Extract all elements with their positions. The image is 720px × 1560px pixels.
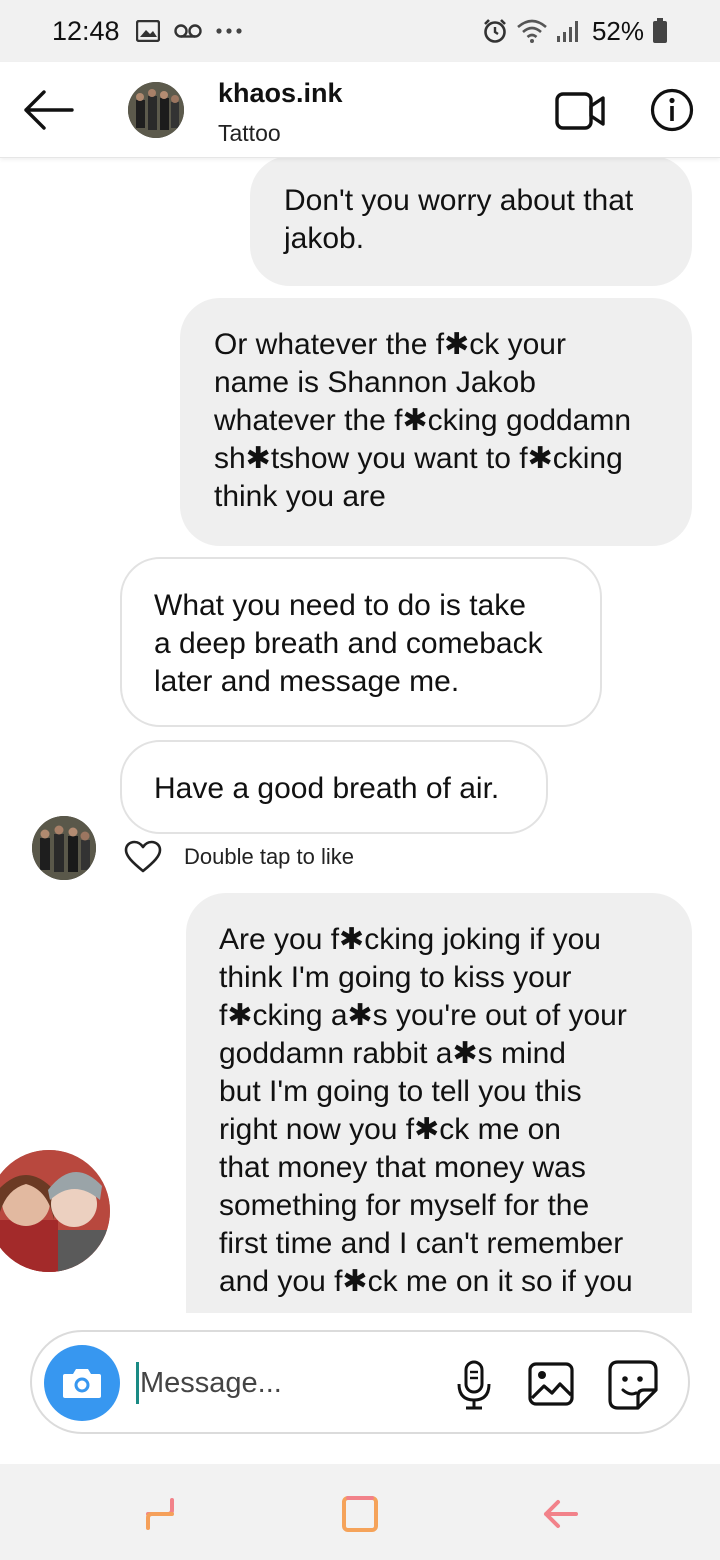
message-line: think you are — [214, 480, 386, 513]
sender-avatar[interactable] — [32, 816, 96, 880]
video-call-icon[interactable] — [554, 90, 606, 132]
my-profile-avatar[interactable] — [0, 1148, 112, 1274]
microphone-icon[interactable] — [454, 1360, 494, 1410]
header-subtitle: Tattoo — [218, 120, 281, 146]
camera-button[interactable] — [44, 1345, 120, 1421]
message-line: but I'm going to tell you this — [219, 1075, 582, 1108]
status-left-icons — [135, 20, 242, 42]
like-hint-row[interactable]: Double tap to like — [124, 840, 354, 874]
message-line: first time and I can't remember — [219, 1227, 624, 1260]
screen: 12:48 52% khaos.ink Tattoo Don't you wor… — [0, 0, 720, 1560]
message-bubble-sent[interactable]: Don't you worry about that jakob. — [250, 156, 692, 286]
system-nav-bar — [0, 1464, 720, 1560]
message-composer — [30, 1330, 690, 1434]
message-line: Are you f✱cking joking if you — [219, 923, 601, 956]
message-line: whatever the f✱cking goddamn — [214, 404, 632, 437]
alarm-icon — [484, 19, 506, 43]
message-bubble-received[interactable]: What you need to do is take a deep breat… — [120, 557, 602, 727]
message-line: a deep breath and comeback — [154, 627, 543, 660]
message-input[interactable] — [140, 1360, 440, 1406]
recent-apps-icon[interactable] — [138, 1492, 182, 1536]
battery-icon — [653, 18, 667, 43]
message-line: sh✱tshow you want to f✱cking — [214, 442, 623, 475]
gallery-icon[interactable] — [528, 1362, 574, 1406]
header-avatar[interactable] — [128, 82, 184, 138]
info-icon[interactable] — [650, 88, 694, 132]
message-bubble-received[interactable]: Have a good breath of air. — [120, 740, 548, 834]
message-line: something for myself for the — [219, 1189, 590, 1222]
camera-icon — [63, 1369, 101, 1398]
back-nav-icon[interactable] — [538, 1492, 582, 1536]
home-icon[interactable] — [338, 1492, 382, 1536]
message-line: later and message me. — [154, 665, 460, 698]
message-line: name is Shannon Jakob — [214, 366, 536, 399]
message-line: What you need to do is take — [154, 589, 526, 622]
status-time: 12:48 — [52, 15, 120, 46]
message-bubble-sent[interactable]: Are you f✱cking joking if you think I'm … — [186, 893, 692, 1313]
more-dots-icon — [215, 28, 242, 34]
text-cursor — [136, 1362, 139, 1404]
message-line: right now you f✱ck me on — [219, 1113, 561, 1146]
status-right-icons: 52% — [482, 16, 668, 47]
sticker-icon[interactable] — [608, 1360, 658, 1410]
message-line: think I'm going to kiss your — [219, 961, 572, 994]
message-line: goddamn rabbit a✱s mind — [219, 1037, 566, 1070]
message-line: Have a good breath of air. — [154, 772, 500, 805]
status-bar: 12:48 52% — [0, 0, 720, 62]
message-line: Or whatever the f✱ck your — [214, 328, 566, 361]
message-line: Don't you worry about that — [284, 184, 634, 217]
message-line: f✱cking a✱s you're out of your — [219, 999, 627, 1032]
message-line: that money that money was — [219, 1151, 586, 1184]
heart-icon[interactable] — [124, 840, 162, 874]
chat-header: khaos.ink Tattoo — [0, 62, 720, 158]
message-bubble-sent[interactable]: Or whatever the f✱ck your name is Shanno… — [180, 298, 692, 546]
image-icon — [135, 20, 160, 42]
wifi-icon — [517, 19, 547, 43]
voicemail-icon — [173, 24, 202, 38]
message-line: jakob. — [284, 222, 365, 255]
signal-icon — [556, 21, 578, 42]
message-line: and you f✱ck me on it so if you — [219, 1265, 633, 1298]
battery-percent: 52% — [591, 15, 644, 46]
back-arrow-icon[interactable] — [22, 88, 74, 132]
like-hint-text: Double tap to like — [184, 844, 354, 869]
header-username[interactable]: khaos.ink — [218, 78, 343, 109]
